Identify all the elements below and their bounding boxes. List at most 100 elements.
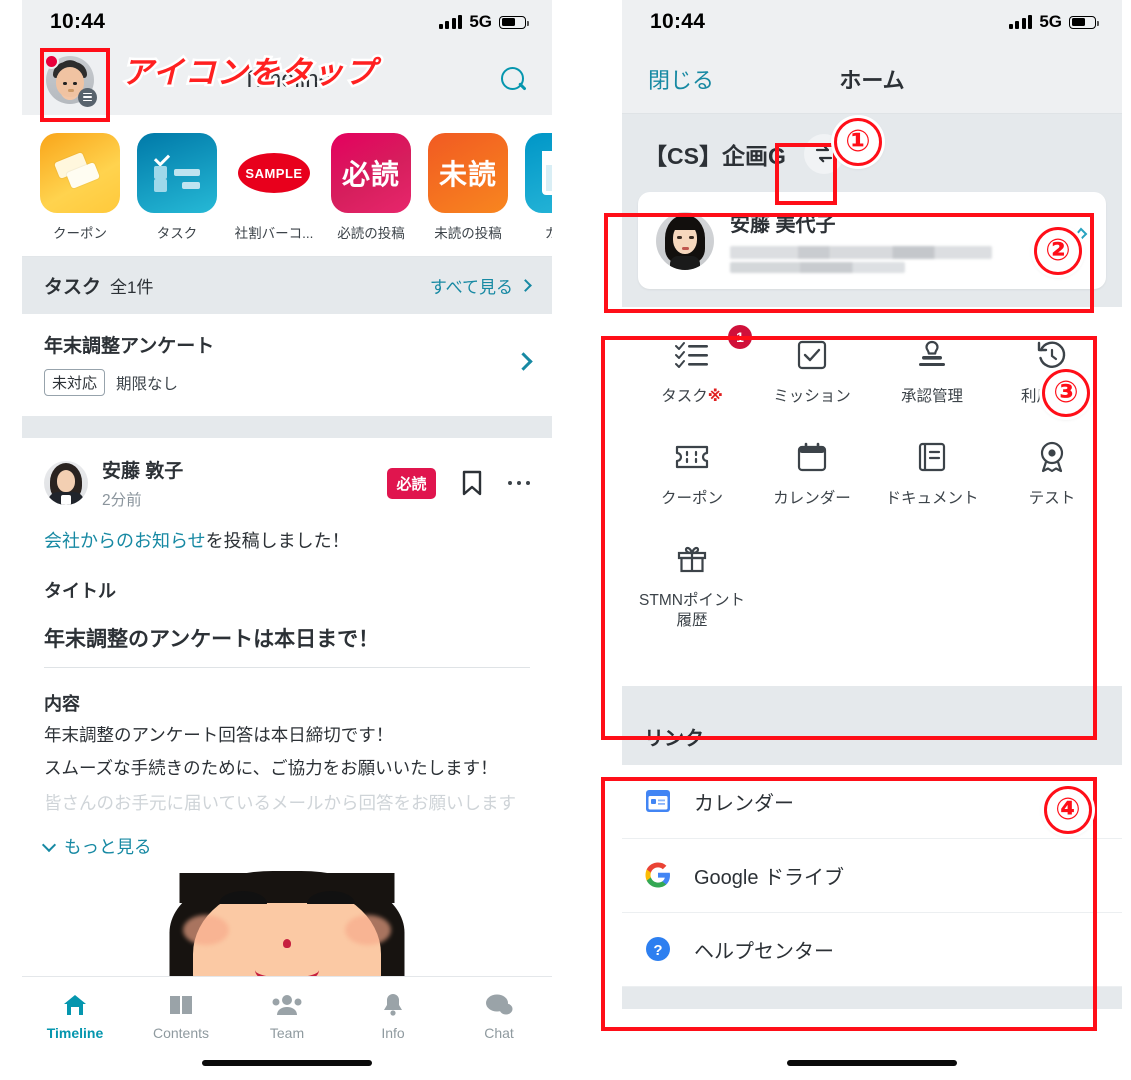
battery-icon bbox=[499, 15, 529, 29]
coupon-ticket-icon bbox=[40, 133, 120, 213]
tile-must-read[interactable]: 必読 必読の投稿 bbox=[331, 133, 411, 242]
sample-badge: SAMPLE bbox=[238, 153, 310, 193]
task-list-item[interactable]: 年末調整アンケート 未対応 期限なし bbox=[22, 314, 552, 416]
right-phone-screen: 10:44 5G 閉じる ホーム 【CS】企画G 安藤 美代子 1 タスク※ ミ… bbox=[622, 0, 1122, 1080]
gift-icon bbox=[634, 537, 750, 581]
show-more-label: もっと見る bbox=[64, 837, 152, 858]
bookmark-icon[interactable] bbox=[462, 470, 482, 496]
tile-coupon[interactable]: クーポン bbox=[40, 133, 120, 242]
people-icon bbox=[234, 991, 340, 1019]
status-time: 10:44 bbox=[50, 10, 106, 33]
tab-chat[interactable]: Chat bbox=[446, 991, 552, 1041]
grid-item-label: ミッション bbox=[773, 388, 851, 405]
annotation-number-4: ④ bbox=[1044, 786, 1092, 834]
menu-badge-icon bbox=[78, 87, 97, 107]
section-divider bbox=[622, 685, 1122, 708]
avatar bbox=[656, 211, 714, 270]
timeline-post: 安藤 敦子 2分前 必読 会社からのお知らせを投稿しました！ タイトル 年末調整… bbox=[22, 438, 552, 990]
status-indicators: 5G bbox=[438, 12, 529, 32]
grid-item-label: タスク※ bbox=[661, 388, 723, 405]
see-all-label: すべて見る bbox=[429, 278, 513, 297]
calendar-app-icon bbox=[644, 787, 672, 815]
grid-item-label: カレンダー bbox=[773, 490, 851, 508]
grid-item-document[interactable]: ドキュメント bbox=[872, 435, 992, 537]
tile-calendar[interactable]: カレン bbox=[525, 133, 552, 242]
avatar[interactable] bbox=[44, 461, 88, 505]
svg-text:?: ? bbox=[653, 942, 662, 959]
left-phone-screen: 10:44 5G Timeline クーポン タスク SAMPLE 社割バーコ.… bbox=[22, 0, 552, 1080]
bottom-tab-bar: Timeline Contents Team Info Chat bbox=[22, 976, 552, 1080]
tile-glyph: 必読 bbox=[341, 159, 400, 190]
tab-label: Contents bbox=[152, 1025, 210, 1041]
tab-contents[interactable]: Contents bbox=[128, 991, 234, 1041]
tile-label: カレン bbox=[525, 222, 552, 242]
post-header: 安藤 敦子 2分前 必読 bbox=[44, 456, 530, 510]
grid-item-stmn-points[interactable]: STMNポイント履歴 bbox=[632, 537, 752, 659]
home-indicator bbox=[787, 1060, 957, 1066]
tab-label: Info bbox=[381, 1025, 405, 1041]
group-name: 【CS】企画G bbox=[644, 143, 786, 169]
calendar-icon bbox=[754, 435, 870, 479]
link-item-help-center[interactable]: ? ヘルプセンター bbox=[622, 912, 1122, 987]
tile-task[interactable]: タスク bbox=[137, 133, 217, 242]
calendar-icon bbox=[525, 133, 552, 213]
tab-team[interactable]: Team bbox=[234, 991, 340, 1041]
unread-icon: 未読 bbox=[428, 133, 508, 213]
ticket-icon bbox=[634, 435, 750, 479]
checkbox-icon bbox=[754, 333, 870, 377]
document-icon bbox=[874, 435, 990, 479]
home-nav-bar: 閉じる ホーム bbox=[622, 44, 1122, 114]
annotation-tap-icon-text: アイコンをタップ bbox=[119, 53, 377, 93]
grid-item-empty-1 bbox=[752, 537, 872, 659]
sample-barcode-icon: SAMPLE bbox=[234, 133, 314, 213]
tile-unread[interactable]: 未読 未読の投稿 bbox=[428, 133, 508, 242]
tile-employee-barcode[interactable]: SAMPLE 社割バーコ... bbox=[234, 133, 314, 242]
chevron-down-icon bbox=[41, 837, 57, 852]
show-more-link[interactable]: もっと見る bbox=[41, 834, 530, 859]
grid-item-label: 承認管理 bbox=[900, 388, 963, 405]
link-item-google-drive[interactable]: Google ドライブ bbox=[622, 838, 1122, 913]
tab-info[interactable]: Info bbox=[340, 991, 446, 1041]
chevron-right-icon bbox=[519, 279, 532, 292]
note-mark-icon: ※ bbox=[707, 388, 723, 405]
link-label: ヘルプセンター bbox=[694, 940, 834, 963]
link-label: Google ドライブ bbox=[694, 866, 845, 889]
tab-label: Chat bbox=[484, 1025, 514, 1041]
profile-avatar-button[interactable] bbox=[44, 53, 97, 107]
close-button[interactable]: 閉じる bbox=[648, 63, 714, 95]
stamp-icon bbox=[874, 333, 990, 377]
tile-label: 社割バーコ... bbox=[234, 226, 314, 241]
tile-glyph: 未読 bbox=[438, 159, 497, 190]
grid-item-approval[interactable]: 承認管理 bbox=[872, 333, 992, 435]
tile-label: 必読の投稿 bbox=[337, 226, 405, 241]
see-all-link[interactable]: すべて見る bbox=[429, 273, 532, 298]
signal-bars-icon bbox=[1008, 15, 1033, 29]
annotation-number-2: ② bbox=[1034, 227, 1082, 275]
shortcut-tiles: クーポン タスク SAMPLE 社割バーコ... 必読 必読の投稿 未読 未読の… bbox=[22, 115, 552, 257]
grid-item-label: クーポン bbox=[660, 490, 723, 508]
link-label: カレンダー bbox=[694, 792, 794, 815]
chevron-right-icon bbox=[514, 351, 533, 373]
status-time: 10:44 bbox=[650, 10, 706, 33]
must-read-badge: 必読 bbox=[387, 467, 436, 499]
more-options-icon[interactable] bbox=[507, 480, 530, 486]
award-icon bbox=[994, 435, 1110, 479]
search-icon[interactable] bbox=[500, 66, 528, 94]
tab-timeline[interactable]: Timeline bbox=[22, 991, 128, 1041]
book-icon bbox=[128, 991, 234, 1019]
post-body-line-1: 年末調整のアンケート回答は本日締切です！ bbox=[44, 725, 394, 745]
grid-item-test[interactable]: テスト bbox=[992, 435, 1112, 537]
annotation-number-1: ① bbox=[834, 118, 882, 166]
status-bar-right: 10:44 5G bbox=[622, 0, 1122, 44]
bottom-spacer bbox=[622, 986, 1122, 1009]
grid-item-mission[interactable]: ミッション bbox=[752, 333, 872, 435]
post-body-line-2: スムーズな手続きのために、ご協力をお願いいたします！ bbox=[44, 758, 498, 779]
post-body-label: 内容 bbox=[44, 694, 80, 714]
grid-item-label: ドキュメント bbox=[885, 490, 979, 508]
grid-item-coupon[interactable]: クーポン bbox=[632, 435, 752, 537]
task-section-title: タスク bbox=[44, 277, 102, 298]
notice-link[interactable]: 会社からのお知らせ bbox=[44, 531, 206, 551]
grid-item-task[interactable]: 1 タスク※ bbox=[632, 325, 752, 435]
grid-item-calendar[interactable]: カレンダー bbox=[752, 435, 872, 537]
checklist-icon bbox=[137, 133, 217, 213]
